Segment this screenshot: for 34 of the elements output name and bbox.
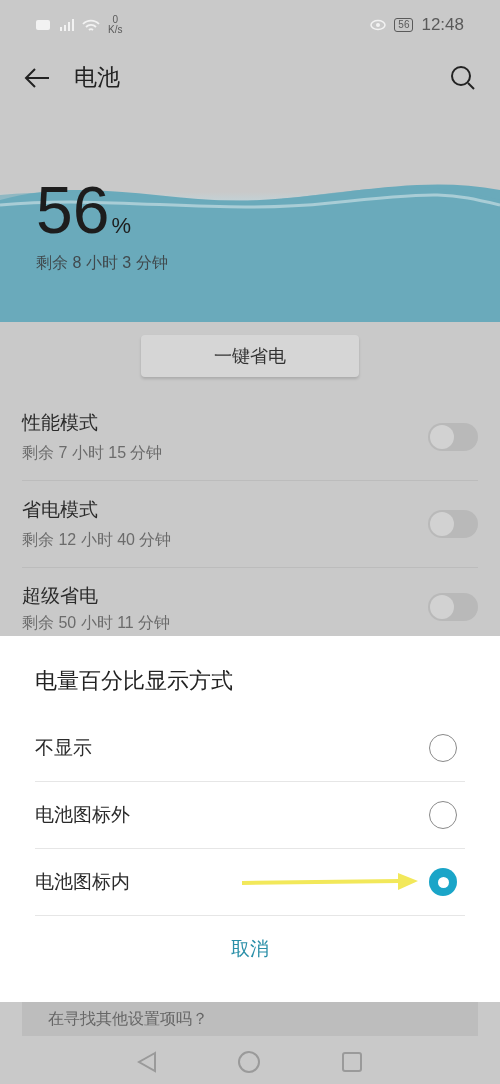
speed-unit: K/s [108, 25, 123, 35]
page-title: 电池 [74, 63, 121, 93]
toggle-switch[interactable] [428, 510, 478, 538]
mode-title: 省电模式 [22, 497, 99, 522]
cancel-button[interactable]: 取消 [225, 934, 275, 965]
remaining-time: 剩余 8 小时 3 分钟 [36, 253, 169, 273]
speed-text: 0 [112, 15, 118, 25]
recents-nav-icon[interactable] [341, 1051, 363, 1073]
mode-subtitle: 剩余 12 小时 40 分钟 [22, 530, 173, 551]
option-label: 不显示 [35, 735, 92, 760]
search-icon[interactable] [450, 64, 476, 91]
back-nav-icon[interactable] [137, 1051, 157, 1073]
hint-card[interactable]: 在寻找其他设置项吗？ [22, 1002, 478, 1036]
percent-sign: % [111, 215, 131, 237]
toggle-switch[interactable] [428, 593, 478, 621]
back-icon[interactable] [24, 66, 50, 89]
signal-icon [58, 19, 74, 31]
mode-subtitle: 剩余 50 小时 11 分钟 [22, 614, 172, 633]
option-label: 电池图标内 [35, 869, 130, 894]
mode-title: 超级省电 [22, 583, 99, 608]
option-label: 电池图标外 [35, 802, 130, 827]
radio-button[interactable] [429, 868, 457, 896]
mode-title: 性能模式 [22, 410, 99, 435]
eye-icon [370, 19, 387, 31]
hd-icon [36, 20, 50, 30]
power-save-button[interactable]: 一键省电 [141, 335, 359, 377]
mode-subtitle: 剩余 7 小时 15 分钟 [22, 443, 164, 464]
clock-text: 12:48 [421, 14, 464, 37]
battery-percentage: 56 [36, 177, 110, 243]
toggle-switch[interactable] [428, 423, 478, 451]
battery-indicator: 56 [394, 18, 414, 32]
home-nav-icon[interactable] [237, 1050, 261, 1074]
dialog-title: 电量百分比显示方式 [34, 667, 234, 695]
wifi-icon [82, 18, 100, 32]
